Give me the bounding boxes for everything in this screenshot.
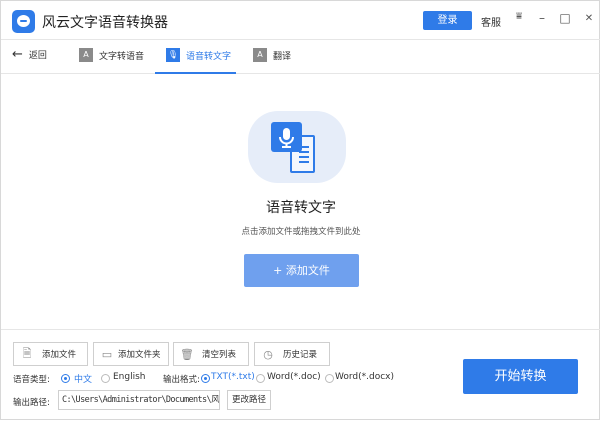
change-path-button[interactable]: 更改路径 xyxy=(227,390,271,410)
folder-add-icon: ▭ xyxy=(101,347,113,361)
back-button[interactable]: ← 返回 xyxy=(12,47,47,62)
maximize-button[interactable]: □ xyxy=(558,11,572,25)
tab-label: 语音转文字 xyxy=(186,51,232,62)
file-add-icon: 🗎 xyxy=(22,346,32,360)
output-path-label: 输出路径: xyxy=(13,398,50,408)
tab-translate[interactable]: A 翻译 xyxy=(253,48,291,62)
trash-icon: 🗑 xyxy=(180,347,194,361)
text-a-icon: A xyxy=(79,48,93,62)
add-folder-button[interactable]: ▭ 添加文件夹 xyxy=(93,342,169,366)
radio-doc[interactable] xyxy=(256,374,265,383)
customer-service-button[interactable]: 客服 xyxy=(481,14,501,29)
clear-list-button[interactable]: 🗑 清空列表 xyxy=(173,342,249,366)
txt-label[interactable]: TXT(*.txt) xyxy=(211,372,255,382)
mic-doc-icon: 🎙 xyxy=(166,48,180,62)
radio-txt[interactable] xyxy=(201,374,210,383)
back-label: 返回 xyxy=(28,51,47,61)
voice-type-label: 语音类型: xyxy=(13,375,50,385)
app-window: 风云文字语音转换器 登录 客服 ⩸ – □ ✕ ← 返回 A 文字转语音 🎙 语音转文… xyxy=(0,0,600,420)
filter-icon[interactable]: ⩸ xyxy=(512,11,526,22)
docx-label[interactable]: Word(*.docx) xyxy=(335,372,394,382)
main-title: 语音转文字 xyxy=(266,200,336,216)
minimize-button[interactable]: – xyxy=(535,11,549,25)
add-file-button[interactable]: 🗎 添加文件 xyxy=(13,342,88,366)
active-tab-indicator xyxy=(155,72,236,74)
button-label: 添加文件夹 xyxy=(118,350,161,360)
doc-label[interactable]: Word(*.doc) xyxy=(267,372,321,382)
tab-speech-to-text[interactable]: 🎙 语音转文字 xyxy=(166,48,231,62)
app-title: 风云文字语音转换器 xyxy=(42,15,168,31)
format-label: 输出格式: xyxy=(163,375,200,385)
radio-chinese[interactable] xyxy=(61,374,70,383)
tab-label: 翻译 xyxy=(273,51,292,62)
chinese-label[interactable]: 中文 xyxy=(74,372,92,385)
radio-docx[interactable] xyxy=(325,374,334,383)
radio-english[interactable] xyxy=(101,374,110,383)
translate-icon: A xyxy=(253,48,267,62)
app-logo-icon xyxy=(12,10,35,33)
start-convert-button[interactable]: 开始转换 xyxy=(463,359,578,394)
add-file-main-button[interactable]: + 添加文件 xyxy=(244,254,359,287)
arrow-left-icon: ← xyxy=(12,47,23,62)
close-button[interactable]: ✕ xyxy=(582,13,596,24)
output-path-input[interactable]: C:\Users\Administrator\Documents\风云文字语音转… xyxy=(58,390,220,410)
english-label[interactable]: English xyxy=(113,372,146,382)
microphone-icon xyxy=(271,122,302,152)
drop-hint: 点击添加文件或拖拽文件到此处 xyxy=(241,227,361,237)
clock-icon: ◷ xyxy=(263,347,273,361)
button-label: 添加文件 xyxy=(42,350,77,360)
button-label: 历史记录 xyxy=(283,350,318,360)
tab-label: 文字转语音 xyxy=(99,51,145,62)
button-label: 清空列表 xyxy=(202,350,237,360)
history-button[interactable]: ◷ 历史记录 xyxy=(254,342,330,366)
login-button[interactable]: 登录 xyxy=(423,11,472,30)
tab-text-to-speech[interactable]: A 文字转语音 xyxy=(79,48,144,62)
